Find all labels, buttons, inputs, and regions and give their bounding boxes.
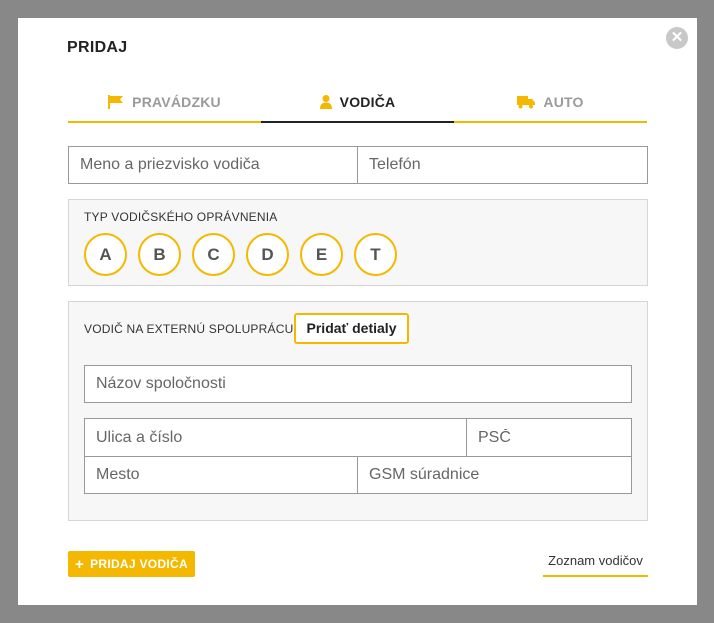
driver-list-link[interactable]: Zoznam vodičov xyxy=(543,553,648,577)
close-icon[interactable]: ✕ xyxy=(666,27,688,49)
license-t-button[interactable]: T xyxy=(354,233,397,276)
license-a-button[interactable]: A xyxy=(84,233,127,276)
tab-label: AUTO xyxy=(543,93,584,110)
tab-driver[interactable]: VODIČA xyxy=(261,86,454,123)
license-label: TYP VODIČSKÉHO OPRÁVNENIA xyxy=(84,210,278,224)
tab-car[interactable]: AUTO xyxy=(454,86,647,123)
truck-icon xyxy=(517,95,536,109)
license-e-button[interactable]: E xyxy=(300,233,343,276)
tab-establishment[interactable]: PRAVÁDZKU xyxy=(68,86,261,123)
add-driver-label: PRIDAJ VODIČA xyxy=(90,557,188,571)
company-name-field[interactable] xyxy=(84,365,632,403)
license-b-button[interactable]: B xyxy=(138,233,181,276)
add-details-button[interactable]: Pridať detialy xyxy=(294,313,409,344)
person-icon xyxy=(319,94,332,109)
tab-bar: PRAVÁDZKU VODIČA AUTO xyxy=(68,86,647,123)
driver-name-field[interactable] xyxy=(68,146,358,184)
add-driver-button[interactable]: + PRIDAJ VODIČA xyxy=(68,551,195,577)
external-label: VODIČ NA EXTERNÚ SPOLUPRÁCU xyxy=(84,322,294,336)
license-d-button[interactable]: D xyxy=(246,233,289,276)
license-c-button[interactable]: C xyxy=(192,233,235,276)
gps-field[interactable] xyxy=(357,456,632,494)
phone-field[interactable] xyxy=(357,146,648,184)
dialog-title: PRIDAJ xyxy=(67,39,128,56)
tab-label: PRAVÁDZKU xyxy=(132,93,221,110)
city-field[interactable] xyxy=(84,456,358,494)
tab-label: VODIČA xyxy=(339,93,396,110)
flag-icon xyxy=(108,94,124,109)
zip-field[interactable] xyxy=(466,418,632,456)
plus-icon: + xyxy=(75,555,85,573)
street-field[interactable] xyxy=(84,418,467,456)
